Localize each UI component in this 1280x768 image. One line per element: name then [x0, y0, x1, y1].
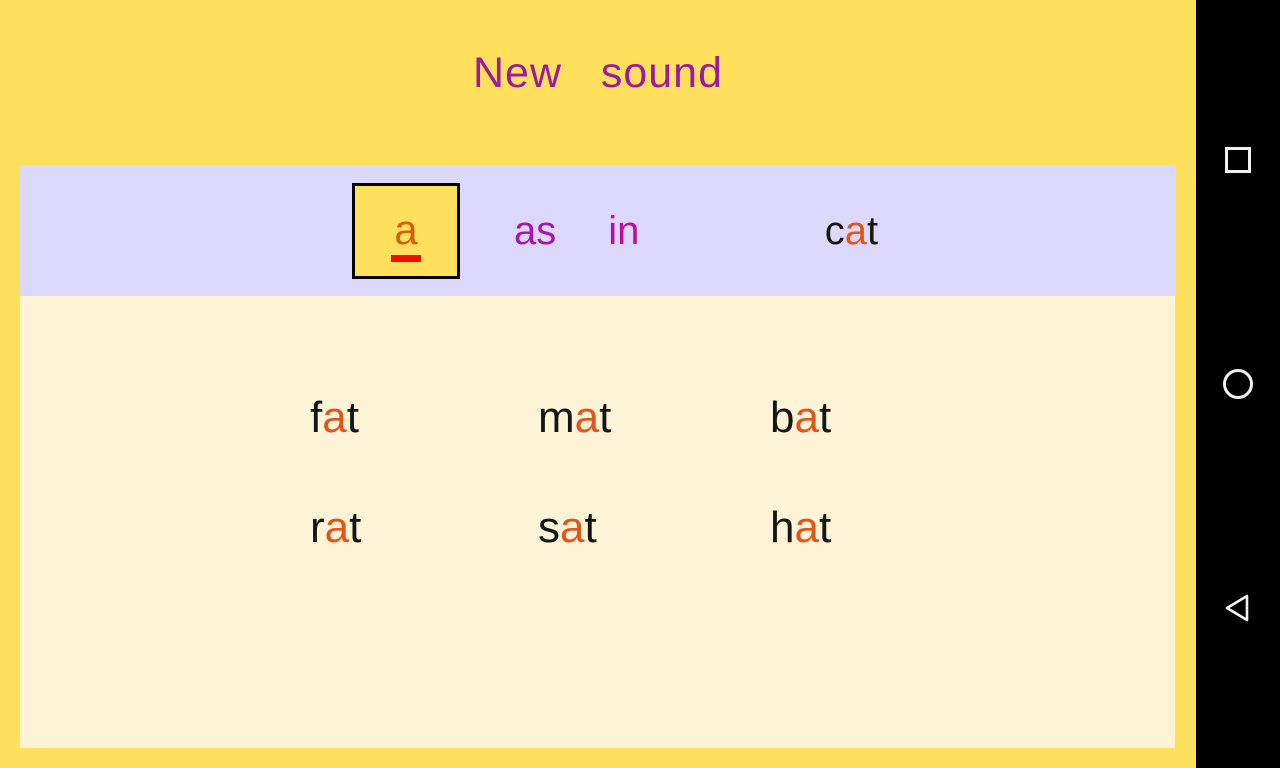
word-coda: t [818, 393, 832, 442]
word-sat[interactable]: sat [538, 506, 770, 550]
sound-phrase-in: in [608, 208, 640, 253]
square-icon [1225, 147, 1251, 173]
word-onset: b [770, 393, 795, 442]
title-bar: New sound [0, 0, 1196, 165]
word-bat[interactable]: bat [770, 396, 990, 440]
circle-icon [1223, 369, 1253, 399]
word-row: rat sat hat [20, 506, 1175, 550]
word-coda: t [599, 393, 612, 442]
sound-phrase-as: as [514, 208, 557, 253]
word-coda: t [584, 503, 597, 552]
word-vowel: a [560, 503, 585, 552]
nav-recents-button[interactable] [1196, 118, 1280, 202]
example-word-coda: t [867, 208, 879, 253]
screen-root: New sound a as in cat fat mat bat rat sa… [0, 0, 1280, 768]
example-word-cat[interactable]: cat [691, 171, 878, 291]
word-onset: r [310, 503, 325, 552]
target-letter-glyph: a [391, 205, 422, 262]
target-letter-tile[interactable]: a [352, 182, 460, 279]
word-vowel: a [322, 393, 347, 442]
word-onset: h [770, 503, 795, 552]
example-word-vowel: a [844, 208, 867, 253]
word-grid: fat mat bat rat sat hat [20, 296, 1175, 550]
lesson-card: a as in cat fat mat bat rat sat hat [20, 165, 1175, 748]
word-vowel: a [794, 393, 819, 442]
word-onset: f [310, 393, 323, 442]
sound-focus-strip: a as in cat [20, 165, 1175, 296]
nav-home-button[interactable] [1196, 342, 1280, 426]
word-vowel: a [574, 393, 600, 442]
page-title: New sound [472, 49, 724, 97]
word-coda: t [349, 503, 362, 552]
word-vowel: a [324, 503, 350, 552]
word-row: fat mat bat [20, 396, 1175, 440]
practice-word-area: fat mat bat rat sat hat [20, 296, 1175, 748]
word-coda: t [818, 503, 832, 552]
word-coda: t [346, 393, 359, 442]
word-mat[interactable]: mat [538, 396, 770, 440]
android-navigation-bar [1196, 0, 1280, 768]
word-onset: s [538, 503, 560, 552]
app-screen: New sound a as in cat fat mat bat rat sa… [0, 0, 1196, 768]
word-onset: m [538, 393, 575, 442]
word-hat[interactable]: hat [770, 506, 990, 550]
word-fat[interactable]: fat [310, 396, 538, 440]
word-rat[interactable]: rat [310, 506, 538, 550]
sound-focus-row: a as in cat [352, 171, 878, 291]
word-vowel: a [794, 503, 819, 552]
triangle-left-icon [1225, 594, 1249, 622]
nav-back-button[interactable] [1196, 566, 1280, 650]
example-word-onset: c [824, 208, 845, 253]
